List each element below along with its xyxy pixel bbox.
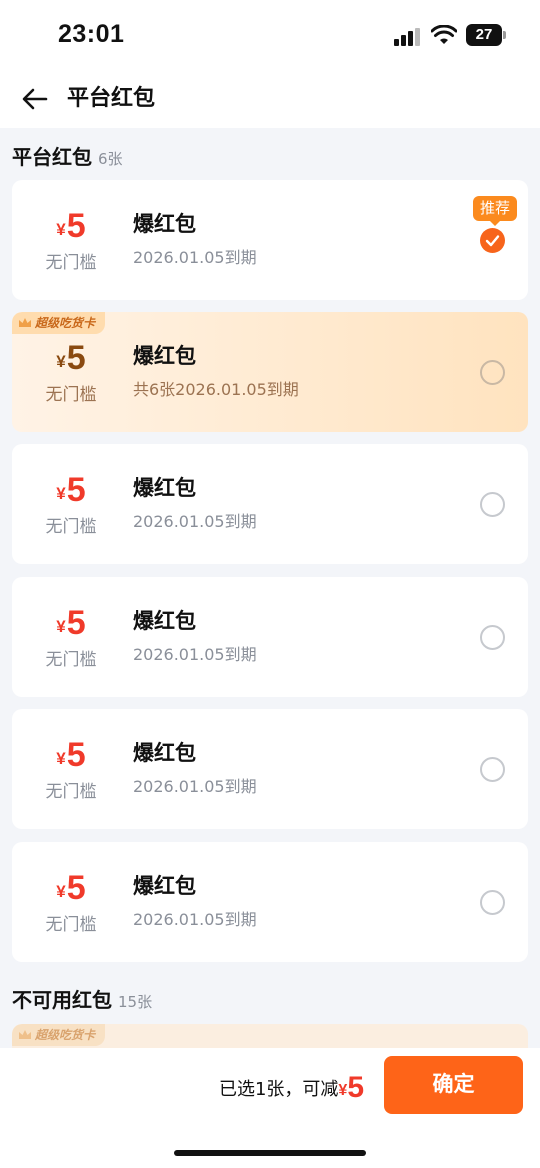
coupon-threshold: 无门槛	[45, 650, 97, 670]
home-indicator	[174, 1150, 366, 1156]
coupon-threshold: 无门槛	[45, 385, 97, 405]
coupon-expiry: 2026.01.05到期	[133, 512, 257, 531]
crown-icon	[19, 1030, 31, 1039]
coupon-expiry: 2026.01.05到期	[133, 248, 257, 267]
section-title: 平台红包	[12, 145, 92, 169]
arrow-left-icon[interactable]	[20, 84, 50, 114]
section-count: 6张	[98, 150, 123, 168]
page-title: 平台红包	[67, 86, 156, 111]
coupon-radio[interactable]	[480, 492, 505, 517]
coupon-expiry: 2026.01.05到期	[133, 645, 257, 664]
vip-badge: 超级吃货卡	[12, 312, 106, 334]
selection-summary: 已选1张，可减¥5	[218, 1071, 364, 1104]
coupon-title: 爆红包	[133, 741, 196, 765]
coupon-radio[interactable]	[480, 625, 505, 650]
section-title: 不可用红包	[12, 988, 112, 1012]
coupon-amount: ¥5	[56, 339, 86, 377]
coupon-expiry: 共6张2026.01.05到期	[133, 380, 299, 399]
coupon-threshold: 无门槛	[45, 253, 97, 273]
wifi-icon	[431, 25, 457, 44]
coupon-amount: ¥5	[56, 471, 86, 509]
crown-icon	[19, 318, 31, 327]
coupon-amount: ¥5	[56, 736, 86, 774]
coupon-threshold: 无门槛	[45, 517, 97, 537]
section-count: 15张	[118, 993, 153, 1011]
check-icon	[485, 235, 500, 247]
coupon-card[interactable]: ¥5 无门槛 爆红包 2026.01.05到期	[12, 709, 528, 829]
nav-bar: 平台红包	[0, 72, 540, 128]
section-header-unavailable: 不可用红包 15张	[12, 985, 152, 1017]
coupon-card[interactable]: ¥5 无门槛 爆红包 2026.01.05到期 推荐	[12, 180, 528, 300]
coupon-card-vip[interactable]: 超级吃货卡 ¥5 无门槛 爆红包 共6张2026.01.05到期	[12, 312, 528, 432]
coupon-card[interactable]: ¥5 无门槛 爆红包 2026.01.05到期	[12, 577, 528, 697]
status-bar: 23:01 27	[0, 0, 540, 72]
coupon-amount: ¥5	[56, 604, 86, 642]
coupon-radio-checked[interactable]	[480, 228, 505, 253]
coupon-threshold: 无门槛	[45, 915, 97, 935]
battery-icon: 27	[466, 24, 506, 46]
coupon-radio[interactable]	[480, 757, 505, 782]
recommend-tag: 推荐	[473, 196, 518, 226]
coupon-title: 爆红包	[133, 609, 196, 633]
coupon-expiry: 2026.01.05到期	[133, 910, 257, 929]
coupon-radio[interactable]	[480, 890, 505, 915]
coupon-title: 爆红包	[133, 874, 196, 898]
coupon-title: 爆红包	[133, 212, 196, 236]
coupon-card[interactable]: ¥5 无门槛 爆红包 2026.01.05到期	[12, 444, 528, 564]
coupon-amount: ¥5	[56, 207, 86, 245]
coupon-card[interactable]: ¥5 无门槛 爆红包 2026.01.05到期	[12, 842, 528, 962]
status-time: 23:01	[58, 20, 125, 48]
coupon-title: 爆红包	[133, 476, 196, 500]
vip-badge: 超级吃货卡	[12, 1024, 106, 1046]
coupon-radio[interactable]	[480, 360, 505, 385]
coupon-amount: ¥5	[56, 869, 86, 907]
signal-icon	[394, 28, 422, 46]
confirm-button[interactable]: 确定	[384, 1056, 523, 1114]
coupon-expiry: 2026.01.05到期	[133, 777, 257, 796]
coupon-title: 爆红包	[133, 344, 196, 368]
section-header-platform: 平台红包 6张	[12, 142, 123, 174]
coupon-threshold: 无门槛	[45, 782, 97, 802]
